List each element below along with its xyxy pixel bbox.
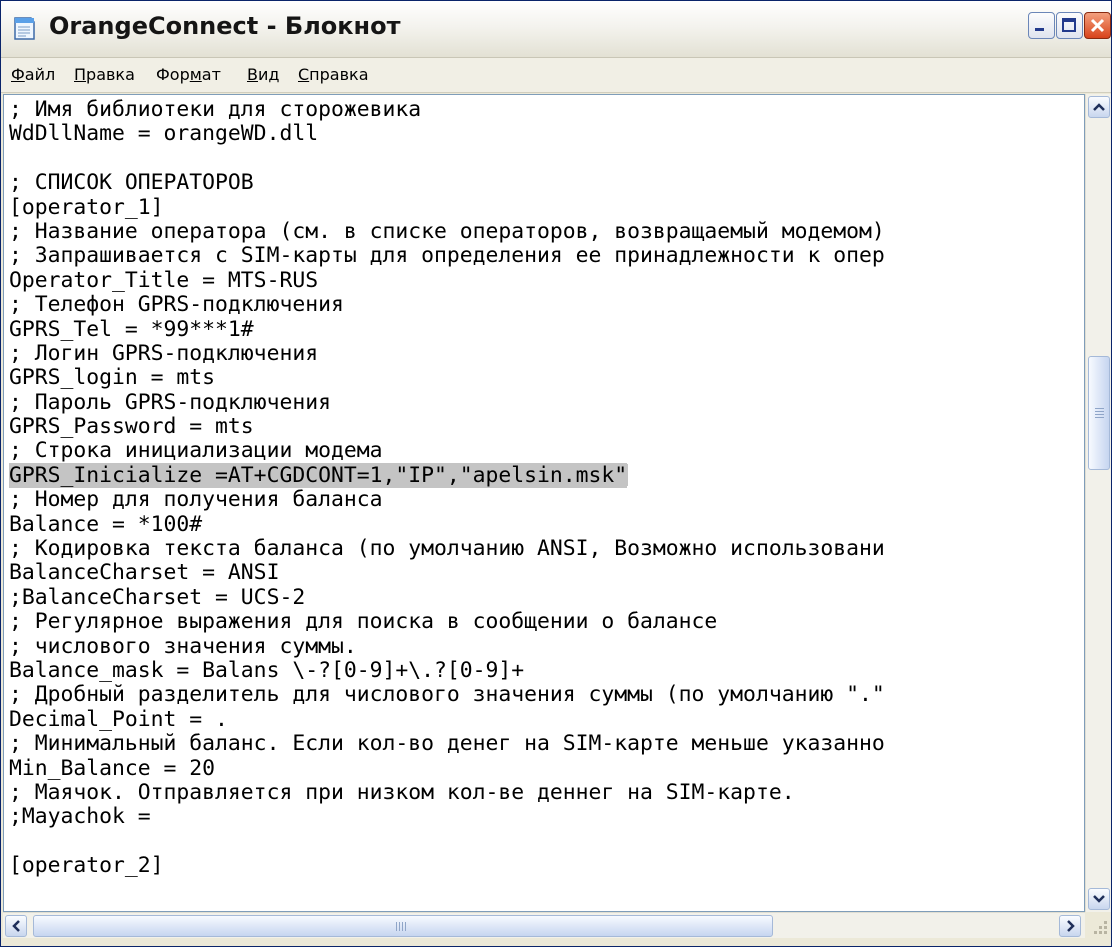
scroll-down-button[interactable] (1088, 888, 1110, 910)
close-button[interactable] (1084, 12, 1111, 39)
window-title: OrangeConnect - Блокнот (49, 12, 401, 40)
resize-grip-icon (1094, 921, 1107, 934)
text-caret (627, 463, 629, 486)
text-content[interactable]: ; Имя библиотеки для сторожевика WdDllNam… (9, 97, 885, 879)
horizontal-scroll-thumb[interactable] (33, 915, 773, 937)
text-line: ; Маячок. Отправляется при низком кол-ве… (9, 779, 795, 805)
text-line: ; Запрашивается с SIM-карты для определе… (9, 243, 885, 269)
text-line: ; числового значения суммы. (9, 633, 357, 659)
text-line: ; СПИСОК ОПЕРАТОРОВ (9, 170, 254, 196)
text-line: Balance_mask = Balans \-?[0-9]+\.?[0-9]+ (9, 657, 525, 683)
menu-bar: Файл Правка Формат Вид Справка (1, 58, 1111, 93)
notepad-icon (14, 17, 35, 40)
close-icon (1090, 18, 1105, 33)
text-line: ; Имя библиотеки для сторожевика (9, 97, 422, 122)
scroll-up-button[interactable] (1088, 96, 1110, 118)
text-line: ;BalanceCharset = UCS-2 (9, 584, 306, 610)
text-line: ; Строка инициализации модема (9, 438, 383, 464)
scroll-left-button[interactable] (5, 915, 27, 937)
menu-view[interactable]: Вид (247, 65, 279, 84)
resize-grip[interactable] (1085, 912, 1111, 938)
text-editor[interactable]: ; Имя библиотеки для сторожевика WdDllNam… (3, 94, 1085, 912)
text-line: GPRS_login = mts (9, 365, 216, 391)
text-line: ; Логин GPRS-подключения (9, 340, 319, 366)
chevron-right-icon (1067, 920, 1075, 932)
text-line: ; Регулярное выражения для поиска в сооб… (9, 609, 718, 635)
text-line: BalanceCharset = ANSI (9, 560, 280, 586)
text-line: Balance = *100# (9, 511, 203, 537)
text-line (9, 830, 885, 854)
vertical-scrollbar[interactable] (1085, 94, 1111, 912)
scroll-right-button[interactable] (1059, 915, 1081, 937)
chevron-down-icon (1093, 895, 1105, 903)
text-line: Min_Balance = 20 (9, 755, 216, 781)
chevron-up-icon (1093, 103, 1105, 111)
text-line: Operator_Title = MTS-RUS (9, 267, 319, 293)
text-line: GPRS_Password = mts (9, 414, 254, 440)
chevron-left-icon (12, 920, 20, 932)
title-bar[interactable]: OrangeConnect - Блокнот (1, 1, 1111, 58)
menu-edit[interactable]: Правка (74, 65, 135, 84)
text-line: ; Название оператора (см. в списке опера… (9, 218, 885, 244)
text-line: GPRS_Tel = *99***1# (9, 316, 254, 342)
menu-format[interactable]: Формат (156, 65, 221, 84)
text-line: ; Кодировка текста баланса (по умолчанию… (9, 536, 885, 562)
text-line: ; Номер для получения баланса (9, 487, 383, 513)
maximize-icon (1062, 18, 1076, 32)
text-line (9, 147, 885, 171)
text-line: ; Дробный разделитель для числового знач… (9, 682, 885, 708)
text-line: [operator_1] (9, 194, 164, 220)
menu-help[interactable]: Справка (298, 65, 369, 84)
text-line: WdDllName = orangeWD.dll (9, 121, 319, 147)
minimize-icon (1035, 28, 1044, 31)
text-line: ; Телефон GPRS-подключения (9, 292, 344, 318)
notepad-window: OrangeConnect - Блокнот Файл Правка Форм… (0, 0, 1112, 947)
minimize-button[interactable] (1028, 12, 1055, 39)
text-line: Decimal_Point = . (9, 706, 228, 732)
horizontal-scrollbar[interactable] (3, 912, 1085, 938)
maximize-button[interactable] (1056, 12, 1083, 39)
menu-file[interactable]: Файл (11, 65, 55, 84)
text-line-selected: GPRS_Inicialize =AT+CGDCONT=1,"IP","apel… (9, 462, 629, 488)
text-line: ;Mayachok = (9, 804, 151, 830)
window-bottom-edge (1, 938, 1111, 946)
text-line: [operator_2] (9, 853, 164, 879)
text-line: ; Пароль GPRS-подключения (9, 389, 331, 415)
text-line: ; Минимальный баланс. Если кол-во денег … (9, 731, 885, 757)
vertical-scroll-thumb[interactable] (1088, 356, 1110, 470)
